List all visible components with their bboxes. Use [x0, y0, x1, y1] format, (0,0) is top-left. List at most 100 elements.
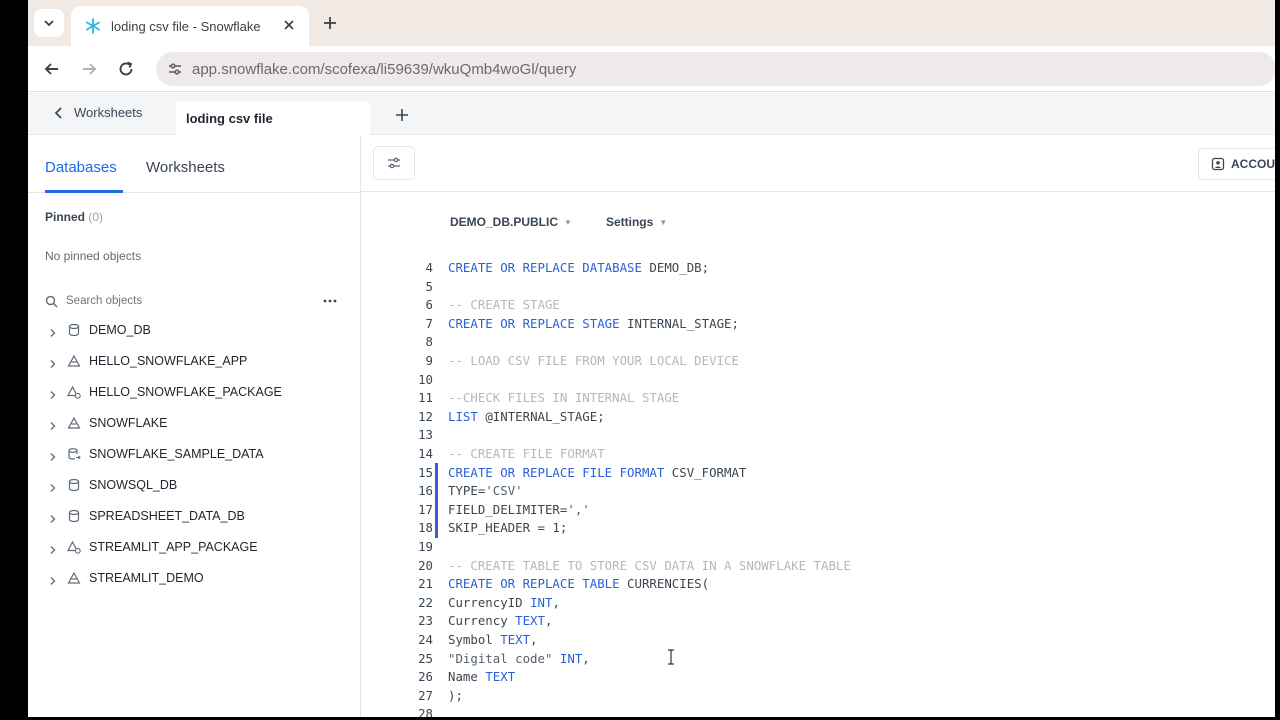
code-text: CREATE OR REPLACE DATABASE DEMO_DB;	[448, 260, 709, 275]
address-bar[interactable]: app.snowflake.com/scofexa/li59639/wkuQmb…	[156, 52, 1275, 86]
database-item-name: SPREADSHEET_DATA_DB	[89, 509, 245, 523]
line-number: 25	[418, 650, 433, 666]
worksheet-tab-active[interactable]: loding csv file	[176, 101, 370, 135]
code-line: 10	[361, 372, 1275, 390]
chevron-right-icon[interactable]	[48, 573, 58, 585]
search-objects-input[interactable]: Search objects	[45, 292, 339, 310]
chevron-left-icon	[54, 106, 62, 119]
sql-token: CurrencyID	[448, 594, 531, 610]
code-line: 28	[361, 706, 1275, 717]
chevron-right-icon[interactable]	[48, 325, 58, 337]
browser-tab[interactable]: loding csv file - Snowflake	[71, 6, 309, 46]
editor-toolbar: ACCOU	[361, 135, 1275, 192]
database-schema-selector[interactable]: DEMO_DB.PUBLIC ▼	[450, 215, 572, 229]
text-cursor-icon	[668, 649, 674, 665]
chevron-right-icon[interactable]	[48, 356, 58, 368]
sql-comment: --CHECK FILES IN INTERNAL STAGE	[448, 390, 680, 406]
line-number: 22	[418, 594, 433, 610]
chevron-right-icon[interactable]	[48, 480, 58, 492]
code-line: 21 CREATE OR REPLACE TABLE CURRENCIES(	[361, 576, 1275, 594]
tab-search-button[interactable]	[34, 9, 64, 37]
sql-keyword: CREATE OR REPLACE FILE FORMAT	[448, 464, 672, 480]
shared-database-icon	[67, 447, 81, 461]
sql-keyword: INT	[530, 594, 553, 610]
chevron-right-icon[interactable]	[48, 449, 58, 461]
code-text: CREATE OR REPLACE TABLE CURRENCIES(	[448, 576, 709, 591]
chevron-down-icon	[44, 20, 54, 27]
code-text: --CHECK FILES IN INTERNAL STAGE	[448, 390, 679, 405]
database-item[interactable]: SNOWFLAKE	[48, 413, 168, 433]
database-item[interactable]: HELLO_SNOWFLAKE_PACKAGE	[48, 382, 282, 402]
database-item[interactable]: SNOWSQL_DB	[48, 475, 177, 495]
account-button[interactable]: ACCOU	[1198, 148, 1275, 180]
line-number: 28	[418, 706, 433, 717]
sql-token: CSV_FORMAT	[671, 464, 747, 480]
database-item-name: SNOWFLAKE_SAMPLE_DATA	[89, 447, 264, 461]
code-line: 6 -- CREATE STAGE	[361, 297, 1275, 315]
worksheets-back-button[interactable]: Worksheets	[54, 105, 142, 120]
database-icon	[67, 509, 81, 523]
code-line: 12 LIST @INTERNAL_STAGE;	[361, 409, 1275, 427]
database-item[interactable]: STREAMLIT_APP_PACKAGE	[48, 537, 258, 557]
code-line: 19	[361, 539, 1275, 557]
worksheet-tab-bar: Worksheets loding csv file	[28, 93, 1275, 135]
database-item[interactable]: DEMO_DB	[48, 320, 151, 340]
no-pinned-objects-text: No pinned objects	[45, 249, 142, 263]
settings-label: Settings	[605, 215, 654, 229]
chevron-right-icon[interactable]	[48, 542, 58, 554]
app-icon	[67, 416, 81, 430]
code-line: 4 CREATE OR REPLACE DATABASE DEMO_DB;	[361, 260, 1275, 278]
sql-token: ,	[544, 613, 553, 629]
filter-button[interactable]	[373, 146, 415, 180]
database-item[interactable]: SNOWFLAKE_SAMPLE_DATA	[48, 444, 264, 464]
line-number: 16	[418, 483, 433, 499]
code-text: -- LOAD CSV FILE FROM YOUR LOCAL DEVICE	[448, 353, 739, 368]
forward-arrow-icon[interactable]	[79, 59, 99, 79]
code-line: 15 CREATE OR REPLACE FILE FORMAT CSV_FORM…	[361, 465, 1275, 483]
more-options-icon[interactable]	[321, 292, 339, 310]
chevron-right-icon[interactable]	[48, 387, 58, 399]
reload-icon[interactable]	[116, 59, 136, 79]
back-arrow-icon[interactable]	[42, 59, 62, 79]
new-tab-plus-icon[interactable]	[321, 14, 339, 32]
line-number: 8	[425, 334, 433, 350]
database-item[interactable]: HELLO_SNOWFLAKE_APP	[48, 351, 247, 371]
sql-token: TYPE=	[448, 483, 486, 499]
code-text: "Digital code" INT,	[448, 651, 590, 666]
line-number: 13	[418, 427, 433, 443]
line-number: 19	[418, 539, 433, 554]
sql-comment: -- LOAD CSV FILE FROM YOUR LOCAL DEVICE	[448, 353, 739, 368]
tab-worksheets[interactable]: Worksheets	[146, 159, 225, 176]
code-line: 20 -- CREATE TABLE TO STORE CSV DATA IN A…	[361, 558, 1275, 576]
close-icon[interactable]	[281, 17, 297, 33]
line-number: 26	[418, 669, 433, 685]
line-number: 11	[418, 390, 433, 406]
tab-databases[interactable]: Databases	[45, 159, 117, 176]
account-icon	[1211, 157, 1225, 171]
sql-token: ,	[582, 650, 590, 666]
code-text: -- CREATE FILE FORMAT	[448, 446, 605, 461]
line-number: 24	[418, 632, 433, 647]
code-line: 16 TYPE='CSV'	[361, 483, 1275, 501]
settings-dropdown[interactable]: Settings ▼	[606, 215, 667, 229]
code-line: 26 Name TEXT	[361, 669, 1275, 687]
chevron-right-icon[interactable]	[48, 418, 58, 430]
site-settings-icon[interactable]	[166, 60, 184, 78]
code-text: -- CREATE STAGE	[448, 297, 560, 312]
add-worksheet-plus-icon[interactable]	[394, 107, 410, 123]
sql-token: Symbol	[448, 632, 501, 647]
line-number: 7	[425, 315, 433, 331]
sql-keyword: CREATE OR REPLACE TABLE	[448, 576, 628, 592]
database-item[interactable]: SPREADSHEET_DATA_DB	[48, 506, 245, 526]
worksheets-back-label: Worksheets	[74, 105, 143, 120]
sql-token: CURRENCIES(	[627, 576, 710, 592]
code-line: 11 --CHECK FILES IN INTERNAL STAGE	[361, 390, 1275, 408]
code-line: 24 Symbol TEXT,	[361, 632, 1275, 650]
database-item[interactable]: STREAMLIT_DEMO	[48, 568, 204, 588]
sql-string: ','	[567, 501, 590, 517]
chevron-right-icon[interactable]	[48, 511, 58, 523]
database-icon	[67, 323, 81, 337]
line-number: 18	[418, 520, 433, 536]
pinned-count: (0)	[88, 210, 104, 224]
sql-string: "Digital code"	[448, 650, 560, 666]
